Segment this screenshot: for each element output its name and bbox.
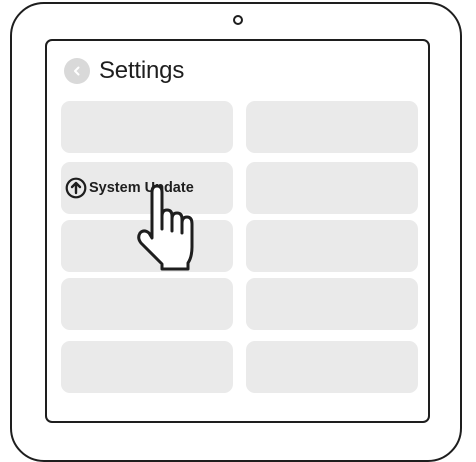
settings-tile[interactable]: [61, 278, 233, 330]
camera-icon: [233, 15, 243, 25]
hand-pointer-icon: [137, 184, 194, 271]
settings-tile[interactable]: [246, 162, 418, 214]
back-button[interactable]: [64, 58, 90, 84]
settings-tile[interactable]: [246, 341, 418, 393]
page-title: Settings: [99, 57, 185, 84]
arrow-up-circle-icon: [65, 177, 87, 199]
chevron-left-icon: [74, 66, 80, 76]
settings-tile[interactable]: [246, 101, 418, 153]
settings-tile[interactable]: [61, 341, 233, 393]
settings-tile[interactable]: [246, 220, 418, 272]
settings-header: Settings: [64, 57, 184, 85]
settings-tile[interactable]: [246, 278, 418, 330]
settings-tile[interactable]: [61, 101, 233, 153]
